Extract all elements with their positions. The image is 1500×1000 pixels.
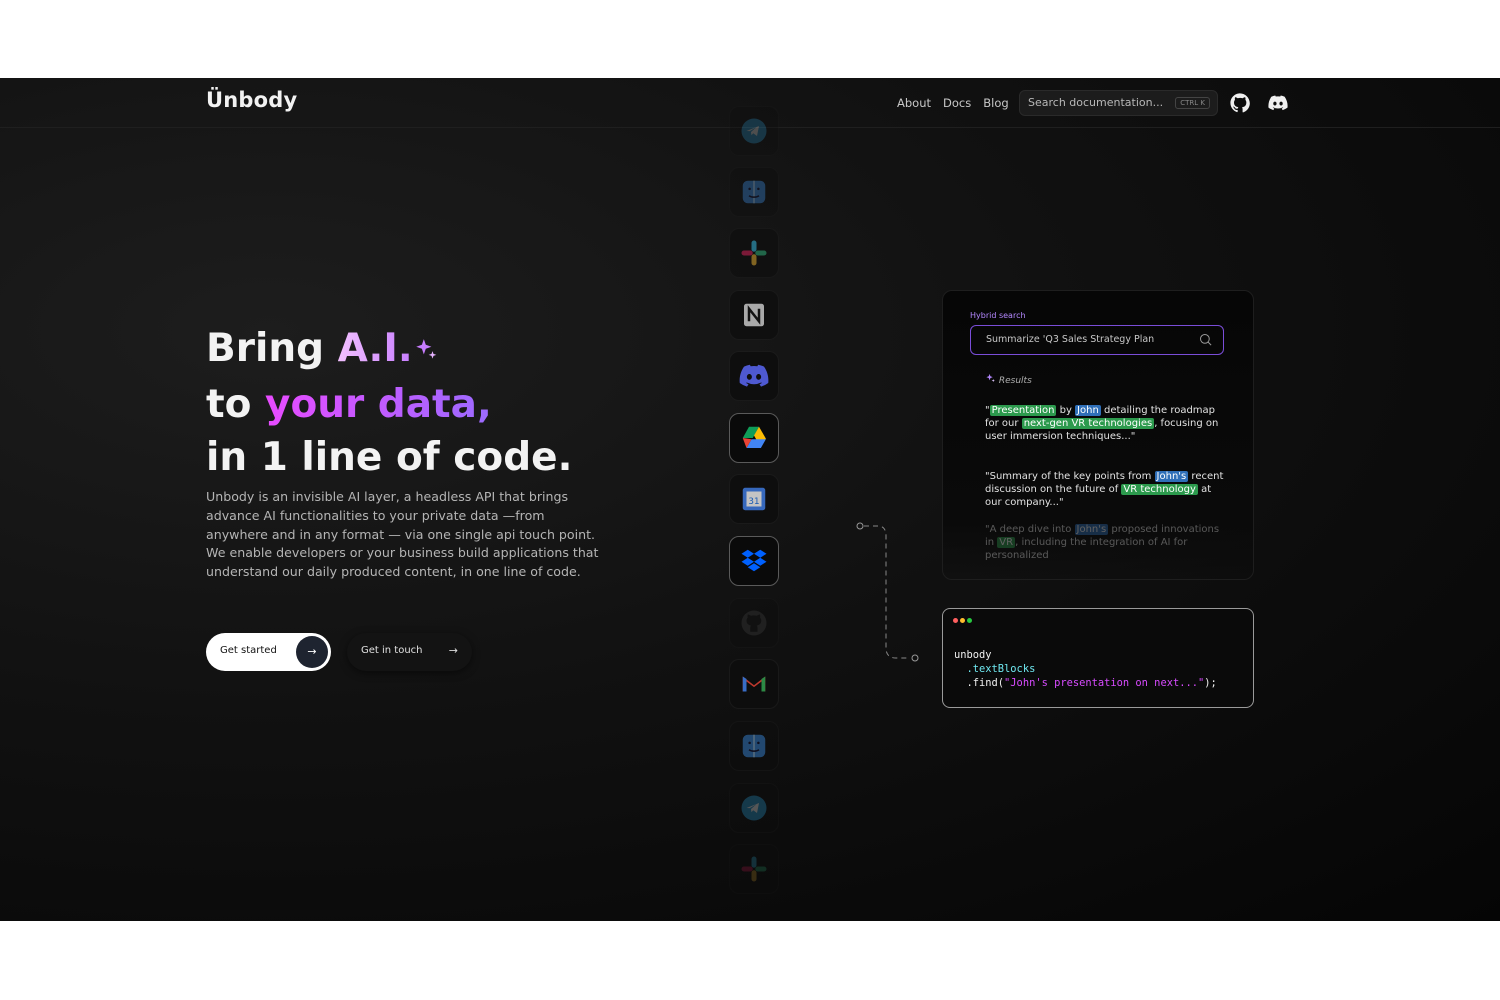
github-icon — [741, 610, 767, 636]
slack-icon — [741, 240, 767, 266]
telegram-tile — [729, 783, 779, 833]
discord-icon — [739, 364, 769, 387]
landing-page: Ünbody About Docs Blog Search documentat… — [0, 78, 1500, 921]
discord-icon[interactable] — [1268, 93, 1288, 113]
hero-description: Unbody is an invisible AI layer, a headl… — [206, 489, 599, 580]
code-line-1: unbody — [954, 649, 992, 661]
window-dot-red — [953, 618, 958, 623]
result-text: " — [985, 405, 990, 416]
search-placeholder: Search documentation... — [1028, 96, 1164, 109]
result-text: "Summary of the key points from — [985, 471, 1155, 482]
hybrid-search-card: Hybrid search Summarize 'Q3 Sales Strate… — [942, 290, 1254, 580]
telegram-icon — [741, 795, 767, 821]
code-punct: ); — [1204, 677, 1217, 689]
svg-text:31: 31 — [748, 497, 759, 507]
google-calendar-icon: 31 — [742, 487, 766, 511]
logo[interactable]: Ünbody — [206, 88, 297, 112]
code-snippet-card: unbody .textBlocks .find("John's present… — [942, 608, 1254, 708]
github-tile — [729, 598, 779, 648]
result-item[interactable]: " Presentation by John detailing the road… — [985, 404, 1225, 444]
highlight: next-gen VR technologies — [1021, 418, 1155, 430]
code-string: "John's presentation on next..." — [1004, 677, 1205, 689]
notion-tile — [729, 290, 779, 340]
highlight: John's — [1154, 471, 1189, 482]
gmail-tile — [729, 659, 779, 709]
get-started-label: Get started — [220, 645, 277, 656]
hero-line-2-text: to — [206, 382, 266, 427]
highlight: John — [1075, 405, 1101, 416]
arrow-right-icon: → — [296, 636, 328, 668]
telegram-icon — [741, 118, 767, 144]
slack-icon — [741, 856, 767, 882]
google-drive-icon — [742, 426, 766, 448]
nav-links: About Docs Blog — [897, 96, 1009, 110]
nav-about[interactable]: About — [897, 96, 931, 110]
slack-tile — [729, 228, 779, 278]
search-docs-input[interactable]: Search documentation... CTRL K — [1019, 90, 1218, 116]
hero-highlight-data: your data, — [265, 382, 492, 427]
slack-tile — [729, 844, 779, 894]
results-label: Results — [985, 373, 1032, 386]
hero-line-3: in 1 line of code. — [206, 435, 573, 480]
highlight: VR technology — [1121, 484, 1198, 496]
result-item[interactable]: "Summary of the key points from John's r… — [985, 470, 1225, 510]
query-text: Summarize 'Q3 Sales Strategy Plan — [986, 334, 1155, 345]
sparkle-icon — [415, 339, 436, 359]
hero-line-1-text: Bring — [206, 326, 338, 371]
highlight: VR — [997, 537, 1016, 549]
hero-highlight-ai: A.I. — [337, 326, 413, 371]
finder-icon — [742, 180, 766, 204]
google-drive-tile — [729, 413, 779, 463]
window-dot-green — [967, 618, 972, 623]
highlight: John's — [1074, 524, 1109, 535]
result-text: "A deep dive into — [985, 524, 1075, 535]
dropbox-tile — [729, 536, 779, 586]
search-icon[interactable] — [1198, 332, 1213, 347]
dashed-connector — [856, 522, 919, 662]
hybrid-search-label: Hybrid search — [970, 311, 1026, 320]
github-icon[interactable] — [1230, 93, 1250, 113]
result-text: by — [1056, 405, 1076, 416]
nav-docs[interactable]: Docs — [943, 96, 971, 110]
google-calendar-tile: 31 — [729, 474, 779, 524]
arrow-right-icon: → — [448, 644, 458, 657]
window-dot-yellow — [960, 618, 965, 623]
get-started-button[interactable]: Get started → — [206, 633, 331, 671]
sparkle-icon — [986, 373, 995, 383]
highlight: Presentation — [989, 405, 1057, 416]
code-line-2: .textBlocks — [954, 663, 1036, 675]
finder-icon — [742, 734, 766, 758]
get-in-touch-button[interactable]: Get in touch → — [347, 633, 472, 671]
telegram-tile — [729, 106, 779, 156]
code-line-3: .find("John's presentation on next..."); — [954, 677, 1217, 689]
result-item[interactable]: "A deep dive into John's proposed innova… — [985, 523, 1225, 563]
finder-tile — [729, 721, 779, 771]
search-shortcut-badge: CTRL K — [1175, 97, 1210, 109]
code-method: .find( — [954, 677, 1005, 689]
finder-tile — [729, 167, 779, 217]
query-input[interactable]: Summarize 'Q3 Sales Strategy Plan — [970, 325, 1224, 355]
hero-line-1: Bring A.I. — [206, 326, 439, 371]
dropbox-icon — [741, 549, 767, 572]
notion-icon — [744, 303, 764, 327]
hero-line-2: to your data, — [206, 382, 492, 427]
get-in-touch-label: Get in touch — [361, 645, 423, 656]
result-text: , including the integration of AI for pe… — [985, 537, 1188, 562]
results-label-text: Results — [998, 376, 1032, 386]
gmail-icon — [742, 676, 766, 692]
discord-tile — [729, 351, 779, 401]
nav-blog[interactable]: Blog — [983, 96, 1008, 110]
